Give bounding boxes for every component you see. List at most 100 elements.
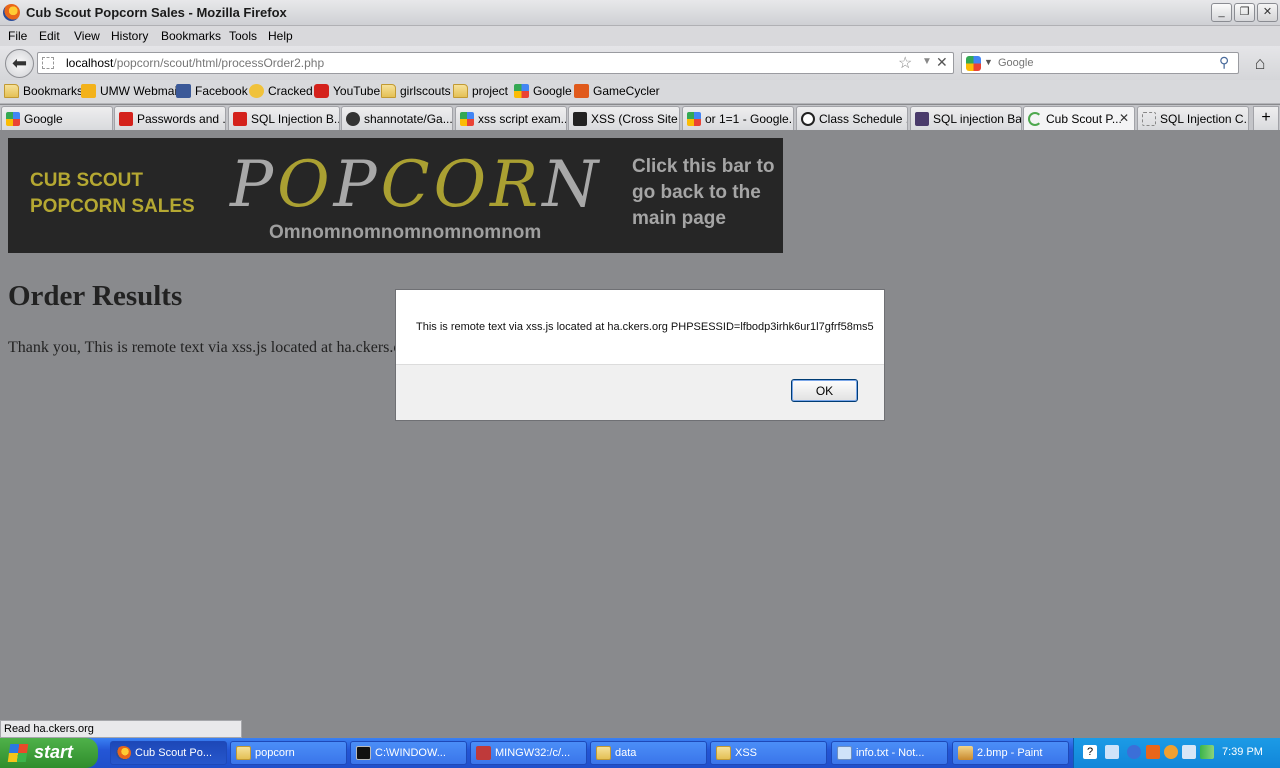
navigation-bar: ⬅ localhost/popcorn/scout/html/processOr… [0,46,1280,80]
bookmark-umw-webmail[interactable]: UMW Webmail [81,84,180,100]
engine-dropdown-icon[interactable]: ▼ [984,57,993,67]
close-window-button[interactable]: ✕ [1257,3,1278,22]
search-input[interactable] [996,55,1216,71]
tray-arrow-icon[interactable] [1127,745,1141,759]
status-bar: Read ha.ckers.org [0,720,242,738]
menu-tools[interactable]: Tools [229,29,257,43]
cracked-icon [249,84,264,98]
paint-icon [958,746,973,760]
banner-omnom: Omnomnomnomnomnomnom [269,222,542,243]
task-xss-folder[interactable]: XSS [710,741,827,765]
tab-passwords[interactable]: Passwords and ... [114,106,226,130]
firefox-icon [3,4,20,21]
github-icon [346,112,360,126]
windows-flag-icon [7,744,29,762]
close-tab-icon[interactable]: ✕ [1119,111,1129,125]
google-engine-icon[interactable] [966,56,981,71]
task-notepad[interactable]: info.txt - Not... [831,741,948,765]
start-button[interactable]: start [0,738,98,768]
google-icon [460,112,474,126]
window-titlebar: Cub Scout Popcorn Sales - Mozilla Firefo… [0,0,1280,26]
menu-view[interactable]: View [74,29,100,43]
bookmark-cracked[interactable]: Cracked [249,84,313,100]
menu-edit[interactable]: Edit [39,29,60,43]
signal-icon[interactable] [1200,745,1214,759]
mingw-icon [476,746,491,760]
home-icon: ⌂ [1254,53,1266,73]
home-button[interactable]: ⌂ [1247,52,1273,76]
display-icon[interactable] [1182,745,1196,759]
tab-xss-cross-site[interactable]: XSS (Cross Site ... [568,106,680,130]
minimize-button[interactable]: _ [1211,3,1232,22]
menu-bar: File Edit View History Bookmarks Tools H… [0,26,1280,46]
task-popcorn-folder[interactable]: popcorn [230,741,347,765]
blank-page-icon [1142,112,1156,126]
folder-icon [716,746,731,760]
folder-icon [4,84,19,98]
menu-history[interactable]: History [111,29,148,43]
taskbar: start Cub Scout Po... popcorn C:\WINDOW.… [0,738,1280,768]
back-button[interactable]: ⬅ [5,49,34,78]
task-firefox[interactable]: Cub Scout Po... [110,741,227,765]
xampp-icon[interactable] [1146,745,1160,759]
tab-or-1-1[interactable]: or 1=1 - Google... [682,106,794,130]
ok-button[interactable]: OK [791,379,858,402]
search-icon[interactable]: ⚲ [1219,54,1229,71]
google-icon [6,112,20,126]
tab-class-schedule[interactable]: Class Schedule ... [796,106,908,130]
firefox-tray-icon[interactable] [1164,745,1178,759]
tab-google[interactable]: Google [1,106,113,130]
bookmark-girlscouts[interactable]: girlscouts [381,84,451,100]
google-icon [687,112,701,126]
history-dropdown-icon[interactable]: ▼ [922,56,932,67]
circle-icon [801,112,815,126]
alert-message: This is remote text via xss.js located a… [396,290,884,365]
tab-sql-injection-ba[interactable]: SQL injection Ba... [910,106,1022,130]
bookmark-gamecycler[interactable]: GameCycler [574,84,660,100]
menu-help[interactable]: Help [268,29,293,43]
alert-dialog: This is remote text via xss.js located a… [395,289,885,421]
bookmark-youtube[interactable]: YouTube [314,84,380,100]
facebook-icon [176,84,191,98]
task-mingw[interactable]: MINGW32:/c/... [470,741,587,765]
task-paint[interactable]: 2.bmp - Paint [952,741,1069,765]
page-title: Order Results [8,280,183,312]
firefox-icon [116,746,131,760]
bookmark-google[interactable]: Google [514,84,572,100]
tab-strip: Google Passwords and ... SQL Injection B… [0,105,1280,130]
banner-popcorn-logo: POPCORN [230,148,603,222]
bookmark-star-icon[interactable]: ☆ [898,53,912,73]
window-title: Cub Scout Popcorn Sales - Mozilla Firefo… [26,5,287,20]
banner-link[interactable]: CUB SCOUT POPCORN SALES POPCORN Omnomnomn… [8,138,783,253]
network-icon[interactable] [1105,745,1119,759]
youtube-icon [314,84,329,98]
site-icon [915,112,929,126]
url-text[interactable]: localhost/popcorn/scout/html/processOrde… [66,56,324,70]
menu-bookmarks[interactable]: Bookmarks [161,29,221,43]
menu-file[interactable]: File [8,29,27,43]
tab-sql-injection-b[interactable]: SQL Injection B... [228,106,340,130]
google-icon [514,84,529,98]
bookmark-bookmarks[interactable]: Bookmarks [4,84,83,100]
restore-button[interactable]: ❐ [1234,3,1255,22]
help-icon[interactable]: ? [1083,745,1097,759]
bookmark-facebook[interactable]: Facebook [176,84,248,100]
gamecycler-icon [574,84,589,98]
folder-icon [453,84,468,98]
tab-shannotate[interactable]: shannotate/Ga... [341,106,453,130]
bookmarks-toolbar: Bookmarks UMW Webmail Facebook Cracked Y… [0,80,1280,104]
task-cmd[interactable]: C:\WINDOW... [350,741,467,765]
notepad-icon [837,746,852,760]
youtube-icon [233,112,247,126]
new-tab-button[interactable]: + [1253,106,1279,130]
youtube-icon [119,112,133,126]
tab-sql-injection-c[interactable]: SQL Injection C... [1137,106,1249,130]
search-bar[interactable]: ▼ ⚲ [961,52,1239,74]
tab-xss-script[interactable]: xss script exam... [455,106,567,130]
site-identity-icon[interactable] [42,57,54,69]
stop-icon[interactable]: ✕ [936,54,948,71]
bookmark-project[interactable]: project [453,84,508,100]
url-bar[interactable]: localhost/popcorn/scout/html/processOrde… [37,52,954,74]
task-data-folder[interactable]: data [590,741,707,765]
tab-cub-scout[interactable]: Cub Scout P... ✕ [1023,106,1135,130]
